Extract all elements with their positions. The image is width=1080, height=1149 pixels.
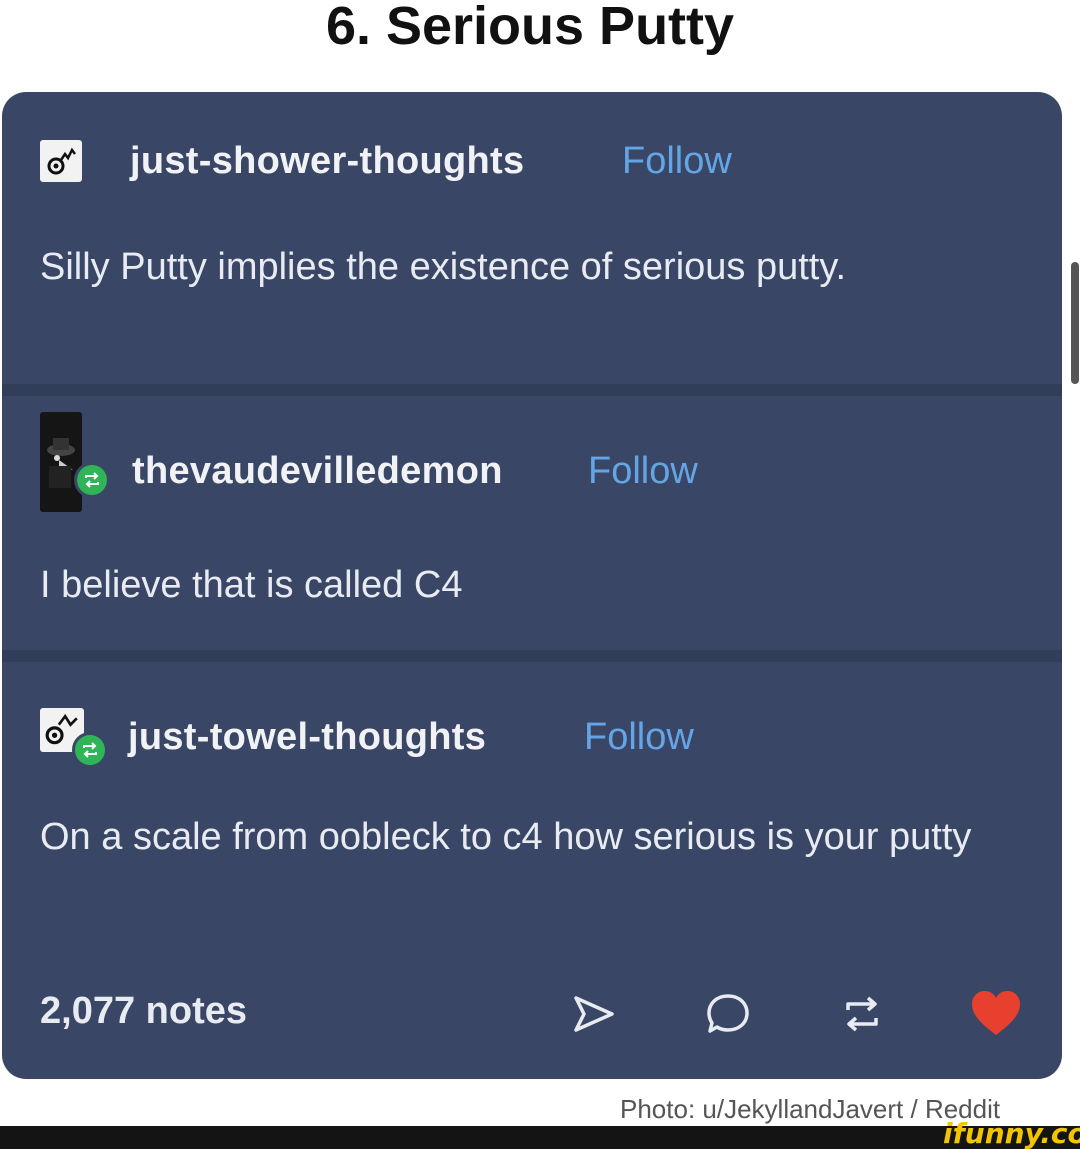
post-username[interactable]: just-shower-thoughts xyxy=(130,140,524,183)
follow-button[interactable]: Follow xyxy=(588,450,698,493)
post-username[interactable]: thevaudevilledemon xyxy=(132,450,503,493)
reply-button[interactable] xyxy=(696,982,760,1046)
share-button[interactable] xyxy=(562,982,626,1046)
notes-count[interactable]: 2,077 notes xyxy=(40,990,247,1033)
avatar[interactable] xyxy=(40,708,108,768)
like-heart-icon xyxy=(972,991,1020,1035)
follow-button[interactable]: Follow xyxy=(622,140,732,183)
post-body-text: I believe that is called C4 xyxy=(40,564,463,606)
share-icon xyxy=(574,996,614,1032)
watermark-bar xyxy=(0,1126,1080,1149)
avatar[interactable] xyxy=(40,412,110,512)
reblog-badge xyxy=(72,732,108,768)
ifunny-watermark: ifunny.co xyxy=(943,1117,1080,1149)
reblog-icon xyxy=(846,996,878,1032)
reblog-button[interactable] xyxy=(830,982,894,1046)
scrollbar[interactable] xyxy=(1071,262,1079,384)
avatar[interactable] xyxy=(40,140,82,182)
post-body-text: Silly Putty implies the existence of ser… xyxy=(40,246,847,288)
tumblr-post-card: just-shower-thoughts Follow Silly Putty … xyxy=(2,92,1062,1079)
sprinkler-head-icon xyxy=(47,147,76,175)
post-divider xyxy=(2,650,1062,662)
post-divider xyxy=(2,384,1062,396)
reblog-icon xyxy=(85,472,99,488)
post-body-text: On a scale from oobleck to c4 how seriou… xyxy=(40,816,972,858)
follow-button[interactable]: Follow xyxy=(584,716,694,759)
reblog-icon xyxy=(83,742,97,758)
like-button[interactable] xyxy=(964,982,1028,1046)
page-title: 6. Serious Putty xyxy=(325,0,735,56)
reblog-badge xyxy=(74,462,110,498)
reply-icon xyxy=(707,994,749,1033)
post-footer: 2,077 notes xyxy=(40,982,1040,1052)
post-username[interactable]: just-towel-thoughts xyxy=(128,716,486,759)
